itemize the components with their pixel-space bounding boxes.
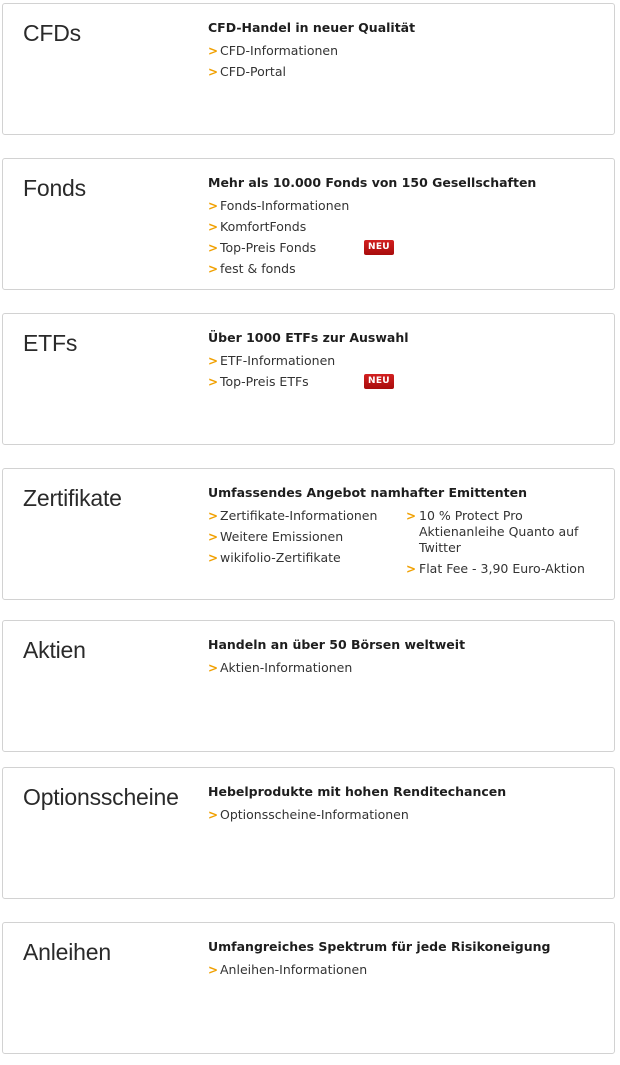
link-label[interactable]: CFD-Portal (220, 64, 286, 79)
link-list-left: > Zertifikate-Informationen > Weitere Emis… (208, 508, 406, 582)
arrow-icon: > (208, 963, 219, 977)
link-label[interactable]: Top-Preis ETFs (220, 374, 309, 389)
link-etf-informationen[interactable]: > ETF-Informationen (208, 353, 608, 374)
link-label[interactable]: fest & fonds (220, 261, 296, 276)
link-optionsscheine-informationen[interactable]: > Optionsscheine-Informationen (208, 807, 608, 828)
panel-title: ETFs (23, 330, 78, 356)
panel-body: Umfangreiches Spektrum für jede Risikone… (208, 938, 608, 983)
panel-zertifikate: Zertifikate Umfassendes Angebot namhafte… (2, 468, 615, 600)
arrow-icon: > (208, 220, 219, 234)
link-list: > ETF-Informationen > Top-Preis ETFs NEU (208, 353, 608, 395)
link-list: > Aktien-Informationen (208, 660, 608, 681)
panel-headline: Mehr als 10.000 Fonds von 150 Gesellscha… (208, 175, 537, 190)
link-list: > Anleihen-Informationen (208, 962, 608, 983)
link-wikifolio-zertifikate[interactable]: > wikifolio-Zertifikate (208, 550, 406, 571)
panel-cfds: CFDs CFD-Handel in neuer Qualität > CFD-I… (2, 3, 615, 135)
panel-title: Anleihen (23, 939, 111, 965)
panel-title: Optionsscheine (23, 784, 179, 810)
link-label[interactable]: Top-Preis Fonds (220, 240, 316, 255)
panel-body: CFD-Handel in neuer Qualität > CFD-Inform… (208, 19, 608, 85)
panel-body: Umfassendes Angebot namhafter Emittenten… (208, 484, 608, 582)
link-top-preis-fonds[interactable]: > Top-Preis Fonds NEU (208, 240, 608, 261)
new-badge: NEU (364, 240, 394, 255)
panel-fonds: Fonds Mehr als 10.000 Fonds von 150 Gese… (2, 158, 615, 290)
link-fonds-informationen[interactable]: > Fonds-Informationen (208, 198, 608, 219)
link-list: > CFD-Informationen > CFD-Portal (208, 43, 608, 85)
arrow-icon: > (208, 354, 219, 368)
link-label[interactable]: Weitere Emissionen (220, 529, 343, 544)
link-label[interactable]: Anleihen-Informationen (220, 962, 367, 977)
link-columns: > Zertifikate-Informationen > Weitere Emis… (208, 508, 608, 582)
link-aktien-informationen[interactable]: > Aktien-Informationen (208, 660, 608, 681)
panel-headline: Umfassendes Angebot namhafter Emittenten (208, 485, 528, 500)
arrow-icon: > (208, 262, 219, 276)
panel-title: Fonds (23, 175, 86, 201)
panel-headline: Umfangreiches Spektrum für jede Risikone… (208, 939, 551, 954)
link-flat-fee-aktion[interactable]: > Flat Fee - 3,90 Euro-Aktion (406, 561, 606, 577)
link-label[interactable]: 10 % Protect Pro Aktienanleihe Quanto au… (419, 508, 578, 555)
panel-headline: CFD-Handel in neuer Qualität (208, 20, 416, 35)
arrow-icon: > (406, 562, 417, 576)
arrow-icon: > (208, 509, 219, 523)
link-label[interactable]: Zertifikate-Informationen (220, 508, 377, 523)
arrow-icon: > (208, 530, 219, 544)
link-protect-pro-aktienanleihe[interactable]: >10 % Protect Pro Aktienanleihe Quanto a… (406, 508, 606, 556)
link-komfortfonds[interactable]: > KomfortFonds (208, 219, 608, 240)
panel-headline: Über 1000 ETFs zur Auswahl (208, 330, 409, 345)
arrow-icon: > (208, 551, 219, 565)
panel-anleihen: Anleihen Umfangreiches Spektrum für jede… (2, 922, 615, 1054)
arrow-icon: > (208, 199, 219, 213)
link-label[interactable]: Fonds-Informationen (220, 198, 349, 213)
link-weitere-emissionen[interactable]: > Weitere Emissionen (208, 529, 406, 550)
link-cfd-portal[interactable]: > CFD-Portal (208, 64, 608, 85)
link-label[interactable]: ETF-Informationen (220, 353, 335, 368)
link-fest-und-fonds[interactable]: > fest & fonds (208, 261, 608, 282)
panel-body: Hebelprodukte mit hohen Renditechancen >… (208, 783, 608, 828)
panel-headline: Handeln an über 50 Börsen weltweit (208, 637, 466, 652)
arrow-icon: > (406, 509, 417, 523)
link-label[interactable]: wikifolio-Zertifikate (220, 550, 341, 565)
link-label[interactable]: KomfortFonds (220, 219, 306, 234)
panel-title: CFDs (23, 20, 81, 46)
link-top-preis-etfs[interactable]: > Top-Preis ETFs NEU (208, 374, 608, 395)
panel-aktien: Aktien Handeln an über 50 Börsen weltwei… (2, 620, 615, 752)
link-cfd-informationen[interactable]: > CFD-Informationen (208, 43, 608, 64)
panel-title: Aktien (23, 637, 86, 663)
arrow-icon: > (208, 375, 219, 389)
arrow-icon: > (208, 44, 219, 58)
link-label[interactable]: CFD-Informationen (220, 43, 338, 58)
panel-body: Über 1000 ETFs zur Auswahl > ETF-Informat… (208, 329, 608, 395)
panel-body: Mehr als 10.000 Fonds von 150 Gesellscha… (208, 174, 608, 282)
arrow-icon: > (208, 661, 219, 675)
panel-title: Zertifikate (23, 485, 122, 511)
arrow-icon: > (208, 241, 219, 255)
link-label[interactable]: Optionsscheine-Informationen (220, 807, 409, 822)
panel-etfs: ETFs Über 1000 ETFs zur Auswahl > ETF-Inf… (2, 313, 615, 445)
panel-body: Handeln an über 50 Börsen weltweit > Akti… (208, 636, 608, 681)
link-anleihen-informationen[interactable]: > Anleihen-Informationen (208, 962, 608, 983)
panel-optionsscheine: Optionsscheine Hebelprodukte mit hohen R… (2, 767, 615, 899)
link-zertifikate-informationen[interactable]: > Zertifikate-Informationen (208, 508, 406, 529)
link-label[interactable]: Aktien-Informationen (220, 660, 352, 675)
panel-headline: Hebelprodukte mit hohen Renditechancen (208, 784, 507, 799)
link-label[interactable]: Flat Fee - 3,90 Euro-Aktion (419, 561, 585, 576)
new-badge: NEU (364, 374, 394, 389)
arrow-icon: > (208, 808, 219, 822)
link-list-right: >10 % Protect Pro Aktienanleihe Quanto a… (406, 508, 606, 582)
arrow-icon: > (208, 65, 219, 79)
link-list: > Optionsscheine-Informationen (208, 807, 608, 828)
link-list: > Fonds-Informationen > KomfortFonds > Top-… (208, 198, 608, 282)
